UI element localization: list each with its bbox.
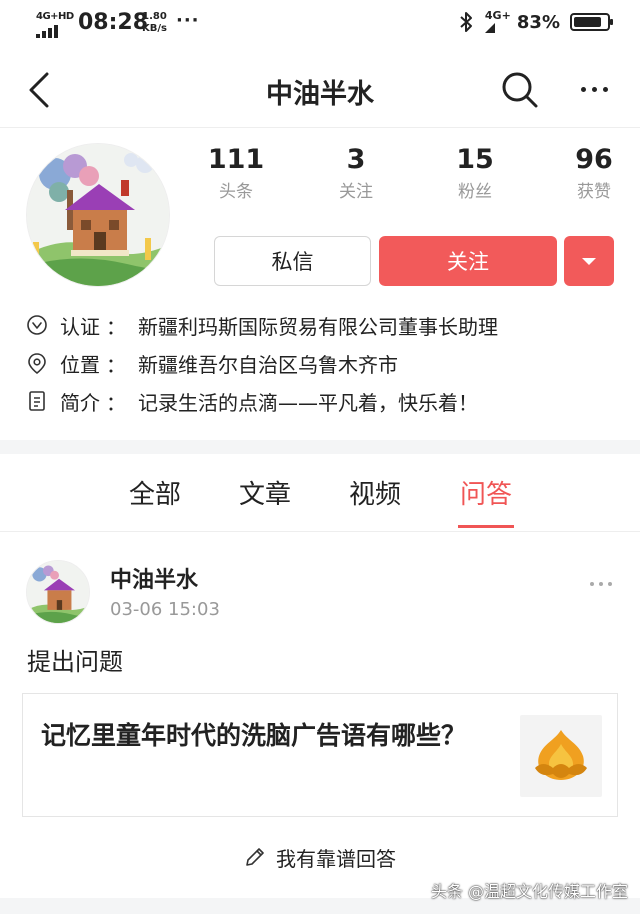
content-tabs: 全部 文章 视频 问答	[0, 454, 640, 532]
house-avatar-image	[27, 144, 169, 286]
follow-dropdown-button[interactable]	[564, 236, 614, 286]
section-divider	[0, 440, 640, 454]
question-card[interactable]: 记忆里童年时代的洗脑广告语有哪些？	[22, 693, 618, 817]
battery-icon	[570, 13, 613, 31]
house-avatar-image	[27, 561, 89, 623]
mobile-data-icon: 4G+	[483, 9, 511, 34]
answer-question-button[interactable]: 我有靠谱回答	[0, 842, 640, 872]
active-tab-indicator	[458, 525, 514, 528]
stat-following[interactable]: 3 关注	[300, 142, 412, 206]
tab-articles[interactable]: 文章	[220, 474, 310, 511]
stat-likes[interactable]: 96 获赞	[538, 142, 640, 206]
info-label: 认证	[60, 314, 100, 339]
stat-value: 3	[346, 144, 366, 175]
info-label: 位置	[60, 352, 100, 377]
stat-value: 96	[575, 144, 613, 175]
stat-label: 粉丝	[458, 182, 492, 202]
post-timestamp: 03-06 15:03	[110, 599, 220, 620]
more-options-button[interactable]	[574, 72, 614, 106]
stat-label: 获赞	[577, 182, 611, 202]
profile-stats: 111 头条 3 关注 15 粉丝 96 获赞	[180, 142, 630, 212]
post-more-button[interactable]	[584, 576, 618, 592]
watermark-text: 头条 @温超文化传媒工作室	[430, 882, 628, 901]
pencil-icon	[246, 848, 264, 866]
bluetooth-icon	[460, 12, 472, 32]
verified-icon	[27, 315, 47, 335]
network-speed-unit: KB/s	[142, 23, 167, 34]
search-button[interactable]	[500, 70, 540, 110]
top-nav-bar: 中油半水	[0, 52, 640, 128]
battery-percent: 83%	[516, 11, 560, 33]
answer-link-label: 我有靠谱回答	[276, 846, 396, 871]
profile-avatar[interactable]	[26, 143, 170, 287]
private-message-button[interactable]: 私信	[214, 236, 371, 286]
status-more-icon: ···	[176, 10, 200, 31]
network-speed-value: 1.80	[142, 11, 167, 22]
status-time: 08:28	[78, 10, 149, 35]
document-icon	[29, 391, 45, 411]
info-verification: 认证 ： 新疆利玛斯国际贸易有限公司董事长助理	[26, 308, 498, 342]
page-title: 中油半水	[266, 79, 374, 110]
stat-value: 111	[207, 144, 265, 175]
status-bar: 4G+HD 08:28 1.80 KB/s ··· 4G+ 83%	[0, 0, 640, 52]
post-author-avatar[interactable]	[26, 560, 90, 624]
tab-videos[interactable]: 视频	[330, 474, 420, 511]
question-thumbnail	[520, 715, 602, 797]
network-speed: 1.80 KB/s	[142, 11, 167, 35]
search-icon	[502, 72, 538, 108]
tab-all[interactable]: 全部	[110, 474, 200, 511]
stat-followers[interactable]: 15 粉丝	[419, 142, 531, 206]
question-title: 记忆里童年时代的洗脑广告语有哪些？	[41, 721, 467, 750]
info-separator: ：	[106, 314, 126, 339]
stat-label: 关注	[339, 182, 373, 202]
info-location: 位置 ： 新疆维吾尔自治区乌鲁木齐市	[26, 346, 398, 380]
info-label: 简介	[60, 390, 100, 415]
info-value: 新疆维吾尔自治区乌鲁木齐市	[138, 352, 398, 377]
mobile-data-label: 4G+	[484, 9, 511, 22]
info-separator: ：	[106, 352, 126, 377]
tab-qa[interactable]: 问答	[441, 474, 531, 511]
info-separator: ：	[106, 390, 126, 415]
stat-value: 15	[456, 144, 494, 175]
caret-down-icon	[582, 257, 596, 265]
follow-button[interactable]: 关注	[379, 236, 557, 286]
fire-cloud-icon	[535, 730, 587, 780]
info-value: 记录生活的点滴——平凡着，快乐着！	[138, 390, 478, 415]
location-pin-icon	[28, 353, 46, 374]
cellular-signal-icon: 4G+HD	[34, 11, 74, 38]
network-type-label: 4G+HD	[36, 11, 74, 22]
info-value: 新疆利玛斯国际贸易有限公司董事长助理	[138, 314, 498, 339]
info-bio: 简介 ： 记录生活的点滴——平凡着，快乐着！	[26, 384, 478, 418]
stat-label: 头条	[219, 182, 253, 202]
post-action-text: 提出问题	[27, 648, 123, 676]
post-author-name[interactable]: 中油半水	[110, 562, 198, 594]
stat-posts[interactable]: 111 头条	[180, 142, 292, 206]
